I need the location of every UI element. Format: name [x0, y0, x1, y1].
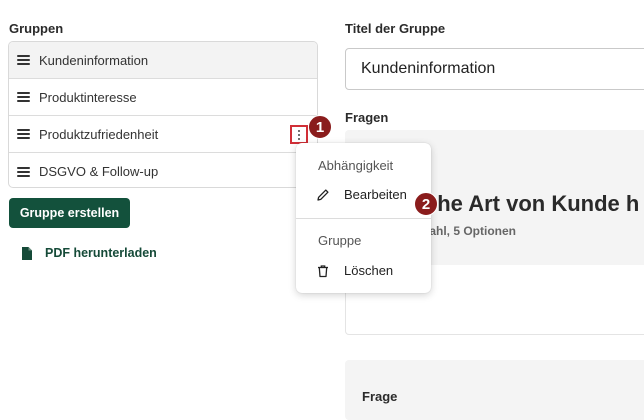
edit-menu-item[interactable]: Bearbeiten — [316, 187, 407, 202]
group-item-produktinteresse[interactable]: Produktinteresse — [9, 79, 317, 116]
pdf-download-label: PDF herunterladen — [45, 246, 157, 260]
drag-handle-icon[interactable] — [17, 129, 30, 139]
questions-heading: Fragen — [345, 110, 389, 125]
step-badge-1: 1 — [308, 115, 332, 139]
menu-section-dependency: Abhängigkeit — [318, 158, 394, 173]
group-item-label: DSGVO & Follow-up — [39, 164, 159, 179]
drag-handle-icon[interactable] — [17, 166, 30, 177]
group-list: Kundeninformation Produktinteresse Produ… — [8, 41, 318, 188]
context-menu: Abhängigkeit Bearbeiten Gruppe Löschen — [296, 143, 431, 293]
step-badge-2: 2 — [414, 192, 438, 216]
pencil-icon — [317, 188, 329, 201]
group-item-label: Produktzufriedenheit — [39, 126, 159, 142]
group-item-label: Produktinteresse — [39, 89, 137, 105]
drag-handle-icon[interactable] — [17, 92, 30, 102]
edit-menu-label: Bearbeiten — [344, 187, 407, 202]
groups-heading: Gruppen — [9, 21, 64, 36]
question-label: Frage — [362, 389, 398, 404]
question-meta: wahl, 5 Optionen — [420, 224, 517, 238]
trash-icon — [318, 264, 328, 277]
delete-menu-item[interactable]: Löschen — [316, 263, 393, 278]
group-item-label: Kundeninformation — [39, 52, 149, 68]
more-options-icon[interactable] — [290, 125, 308, 144]
group-title-label: Titel der Gruppe — [345, 21, 446, 36]
group-item-dsgvo[interactable]: DSGVO & Follow-up — [9, 153, 317, 187]
document-icon — [22, 246, 32, 260]
menu-section-group: Gruppe — [318, 233, 362, 248]
question-title: che Art von Kunde h — [425, 191, 640, 216]
menu-divider — [296, 218, 431, 219]
delete-menu-label: Löschen — [344, 263, 394, 278]
drag-handle-icon[interactable] — [17, 55, 30, 65]
group-item-produktzufriedenheit[interactable]: Produktzufriedenheit — [9, 116, 317, 153]
create-group-button[interactable]: Gruppe erstellen — [9, 198, 130, 228]
pdf-download-link[interactable]: PDF herunterladen — [22, 244, 157, 262]
group-title-input[interactable]: Kundeninformation — [345, 48, 644, 90]
group-item-kundeninformation[interactable]: Kundeninformation — [9, 42, 317, 79]
